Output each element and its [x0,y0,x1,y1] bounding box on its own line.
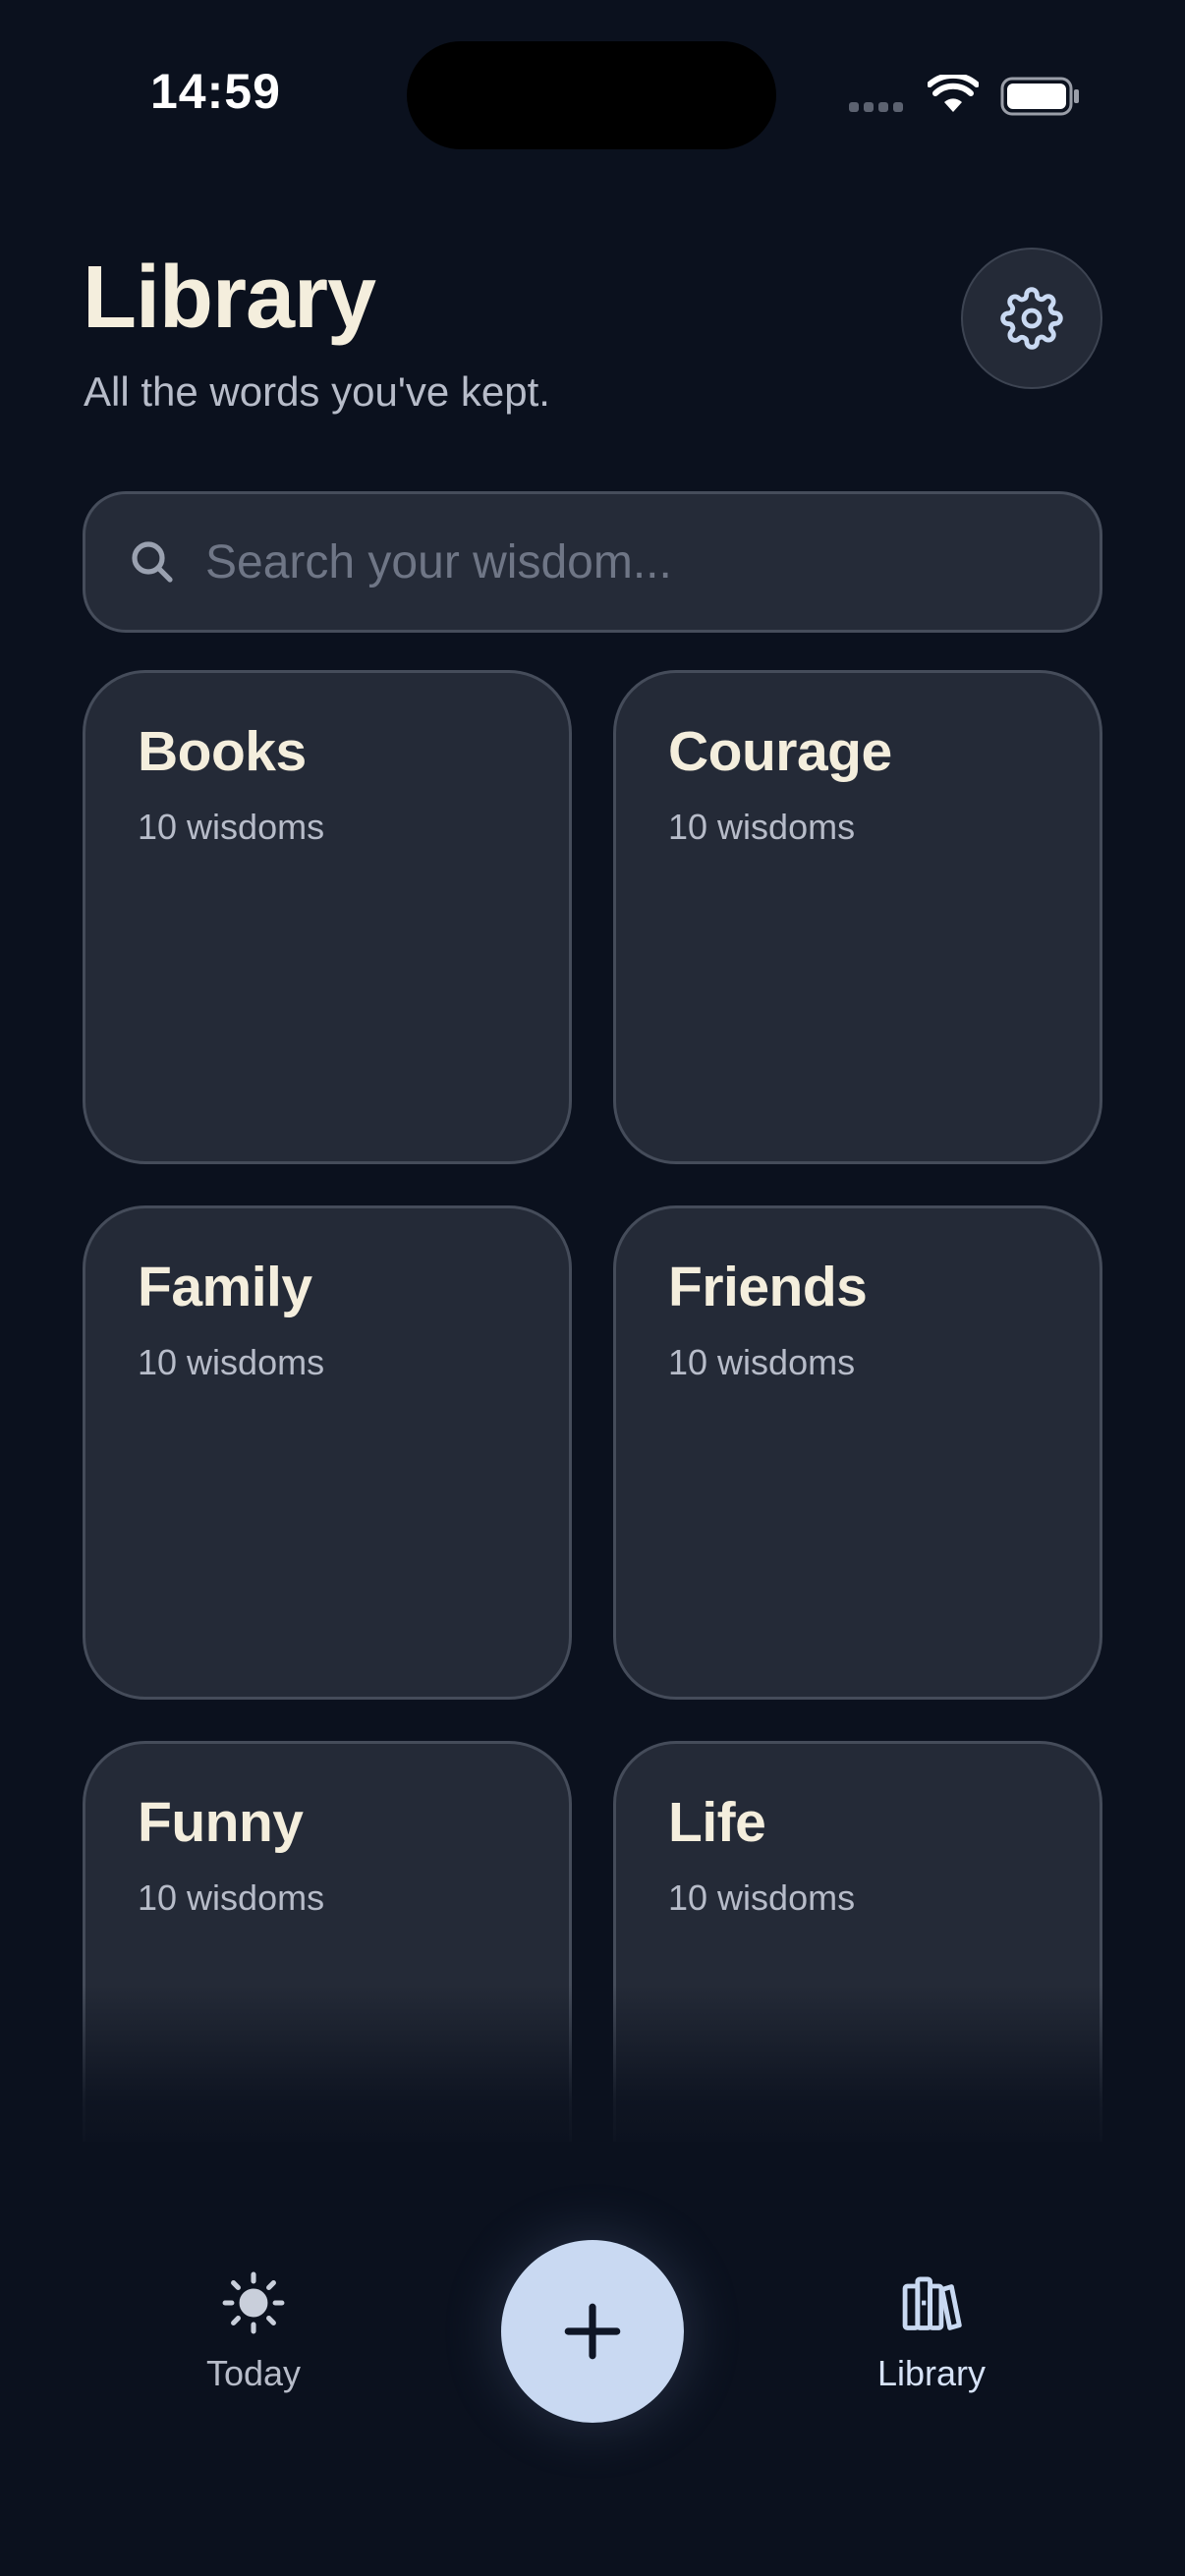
category-grid: Books 10 wisdoms Courage 10 wisdoms Fami… [83,670,1102,2235]
books-icon [902,2276,962,2330]
battery-icon [1000,77,1079,116]
page-title: Library [83,249,376,347]
dynamic-island [407,41,776,149]
category-title: Books [138,720,307,783]
category-title: Life [668,1791,766,1854]
category-count: 10 wisdoms [668,1342,856,1382]
settings-button[interactable] [961,248,1102,389]
category-title: Friends [668,1256,868,1318]
gear-icon [1000,287,1063,350]
wifi-icon [928,75,979,112]
plus-icon [564,2303,621,2360]
category-count: 10 wisdoms [668,807,856,847]
tab-today[interactable]: Today [136,2269,371,2391]
sun-icon [222,2271,285,2334]
tab-today-label: Today [205,2353,302,2393]
category-card-books[interactable]: Books 10 wisdoms [83,670,572,1164]
tab-library[interactable]: Library [814,2269,1049,2391]
page-subtitle: All the words you've kept. [84,368,550,415]
search-bar[interactable] [83,491,1102,633]
category-count: 10 wisdoms [138,1877,325,1918]
add-wisdom-button[interactable] [501,2240,684,2423]
cellular-signal-icon [849,102,903,112]
search-input[interactable] [205,534,1100,589]
category-title: Funny [138,1791,304,1854]
category-title: Family [138,1256,312,1318]
tab-library-label: Library [876,2353,987,2393]
category-title: Courage [668,720,892,783]
category-card-friends[interactable]: Friends 10 wisdoms [613,1205,1102,1700]
search-icon [132,541,173,583]
category-count: 10 wisdoms [138,807,325,847]
status-time: 14:59 [150,64,281,119]
category-count: 10 wisdoms [138,1342,325,1382]
category-card-courage[interactable]: Courage 10 wisdoms [613,670,1102,1164]
category-card-family[interactable]: Family 10 wisdoms [83,1205,572,1700]
category-count: 10 wisdoms [668,1877,856,1918]
